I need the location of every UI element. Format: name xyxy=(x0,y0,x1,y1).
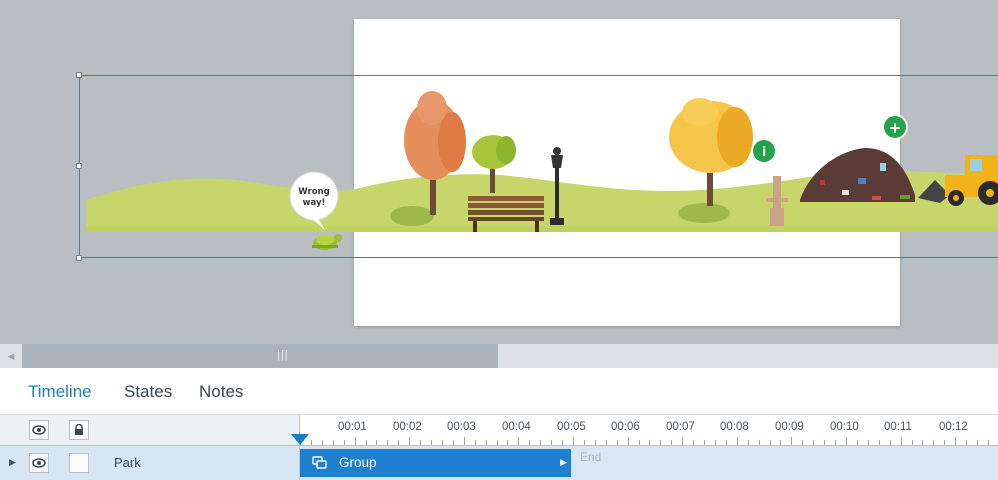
arrow-left-icon[interactable]: ◀ xyxy=(0,344,22,368)
time-ruler[interactable]: 00:01 00:02 00:03 00:04 00:05 00:06 00:0… xyxy=(300,415,998,445)
turtle-icon[interactable] xyxy=(312,234,342,250)
park-scene[interactable]: Wrong way! i + xyxy=(0,0,998,344)
tab-timeline[interactable]: Timeline xyxy=(28,382,92,402)
layer-controls: ▶ Park xyxy=(0,446,300,480)
ruler-label: 00:10 xyxy=(830,421,859,433)
tab-states[interactable]: States xyxy=(124,382,172,402)
ruler-label: 00:12 xyxy=(939,421,968,433)
ruler-label: 00:06 xyxy=(611,421,640,433)
info-hotspot[interactable]: i xyxy=(751,138,777,164)
resize-handle-bottom-left[interactable] xyxy=(76,255,82,261)
eye-icon[interactable] xyxy=(29,453,49,473)
ruler-ticks xyxy=(300,437,989,445)
ground-strip xyxy=(86,226,998,232)
triangle-right-icon[interactable]: ▶ xyxy=(9,457,16,468)
ruler-label: 00:02 xyxy=(393,421,422,433)
group-icon xyxy=(312,456,328,473)
eye-icon[interactable] xyxy=(29,420,49,440)
lock-toggle[interactable] xyxy=(69,453,89,473)
resize-handle-middle-left[interactable] xyxy=(76,163,82,169)
speech-line-2: way! xyxy=(303,198,326,208)
speech-line-1: Wrong xyxy=(298,187,329,197)
track-empty[interactable]: End xyxy=(571,446,998,480)
ruler-label: 00:09 xyxy=(775,421,804,433)
ruler-label: 00:04 xyxy=(502,421,531,433)
panel-tabs: Timeline States Notes xyxy=(0,368,998,414)
info-hotspot-label: i xyxy=(762,145,766,159)
triangle-right-icon[interactable]: ▶ xyxy=(560,457,567,468)
add-hotspot-label: + xyxy=(889,119,902,137)
group-bar[interactable]: Group ▶ xyxy=(300,449,571,477)
canvas-area[interactable]: Wrong way! i + xyxy=(0,0,998,344)
lock-icon[interactable] xyxy=(69,420,89,440)
layer-name: Park xyxy=(114,455,141,470)
garbage-pile-icon[interactable] xyxy=(800,148,915,202)
horizontal-scrollbar[interactable]: ◀ ||| xyxy=(0,344,998,368)
layer-row-park[interactable]: ▶ Park End Group ▶ xyxy=(0,445,998,480)
grip-icon: ||| xyxy=(277,349,289,361)
ruler-row: 00:01 00:02 00:03 00:04 00:05 00:06 00:0… xyxy=(0,414,998,445)
scrollbar-thumb[interactable]: ||| xyxy=(22,344,498,368)
ruler-label: 00:11 xyxy=(884,421,912,433)
playhead[interactable] xyxy=(291,434,309,445)
group-label: Group xyxy=(339,455,377,470)
layer-header xyxy=(0,415,300,445)
ruler-label: 00:01 xyxy=(338,421,367,433)
resize-handle-top-left[interactable] xyxy=(76,72,82,78)
ruler-label: 00:05 xyxy=(557,421,586,433)
ruler-label: 00:03 xyxy=(447,421,476,433)
tab-notes[interactable]: Notes xyxy=(199,382,243,402)
timeline-panel: Timeline States Notes 00:01 00:02 00:03 … xyxy=(0,368,998,480)
end-label: End xyxy=(580,450,602,464)
add-hotspot[interactable]: + xyxy=(882,114,908,140)
ruler-label: 00:07 xyxy=(666,421,695,433)
ruler-label: 00:08 xyxy=(720,421,749,433)
